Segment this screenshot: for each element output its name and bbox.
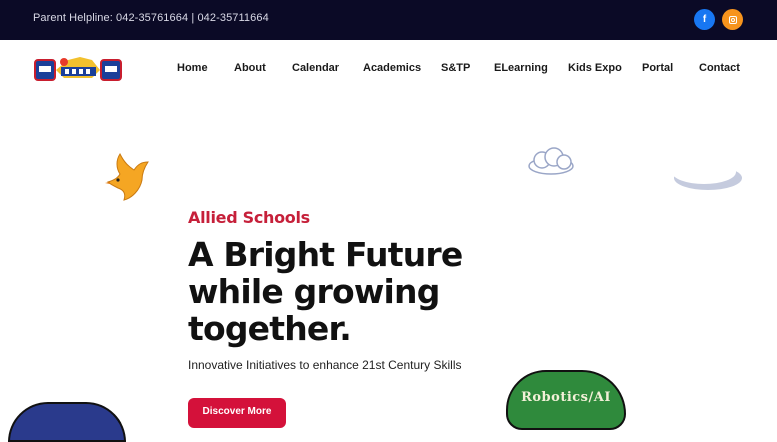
nav-kids-expo[interactable]: Kids Expo	[568, 62, 622, 74]
cloud-large	[672, 140, 742, 190]
instagram-icon[interactable]	[722, 9, 743, 30]
nav-stp[interactable]: S&TP	[441, 62, 470, 74]
nav-home[interactable]: Home	[177, 62, 208, 74]
hero-title: A Bright Future while growing together.	[188, 235, 463, 348]
nav-calendar[interactable]: Calendar	[292, 62, 339, 74]
hero-description: Innovative Initiatives to enhance 21st C…	[188, 358, 462, 372]
main-navbar: Home About Calendar Academics S&TP ELear…	[0, 40, 777, 96]
robotics-ai-label: Robotics/AI	[521, 390, 611, 405]
cloud-small	[528, 147, 574, 175]
nav-academics[interactable]: Academics	[363, 62, 421, 74]
robotics-ai-badge: Robotics/AI	[506, 370, 626, 430]
facebook-icon[interactable]: f	[694, 9, 715, 30]
top-bar: Parent Helpline: 042-35761664 | 042-3571…	[0, 0, 777, 40]
parent-helpline: Parent Helpline: 042-35761664 | 042-3571…	[33, 12, 269, 24]
nav-contact[interactable]: Contact	[699, 62, 740, 74]
school-logo[interactable]	[34, 54, 122, 83]
nav-portal[interactable]: Portal	[642, 62, 673, 74]
discover-more-button[interactable]: Discover More	[188, 398, 286, 428]
bird-illustration	[105, 153, 149, 201]
nav-about[interactable]: About	[234, 62, 266, 74]
nav-elearning[interactable]: ELearning	[494, 62, 548, 74]
blue-blob-decoration	[8, 402, 126, 442]
hero-subtitle: Allied Schools	[188, 208, 310, 227]
